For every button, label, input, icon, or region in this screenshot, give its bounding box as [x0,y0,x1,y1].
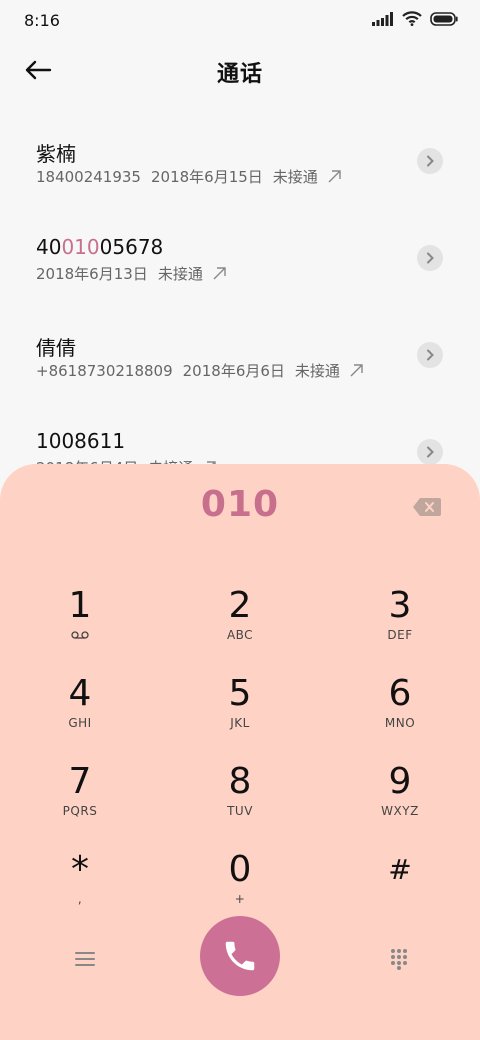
key-digit: 5 [228,673,252,714]
call-name: 1008611 [36,429,125,453]
key-letters: DEF [387,628,413,642]
key-digit: * [71,849,89,890]
status-bar: 8:16 [0,0,480,40]
key-digit: 2 [228,585,252,626]
key-letters: ABC [226,628,254,642]
call-meta: 18400241935 2018年6月15日 未接通 [36,166,341,187]
name-match-highlight: 010 [61,235,100,259]
call-row[interactable]: 紫楠 18400241935 2018年6月15日 未接通 [0,118,480,215]
key-star[interactable]: * , [10,836,150,916]
key-letters: WXYZ [381,804,419,818]
call-row[interactable]: 倩倩 +8618730218809 2018年6月6日 未接通 [0,312,480,409]
arrow-outgoing-icon [350,364,363,377]
call-status: 未接通 [272,168,318,186]
chevron-right-icon [427,155,434,167]
key-letters: , [77,892,83,906]
call-date: 2018年6月15日 [150,168,263,186]
call-name: 倩倩 [36,332,76,361]
chevron-right-icon [427,349,434,361]
key-letters: + [234,892,246,906]
key-5[interactable]: 5 JKL [170,660,310,740]
key-letters: JKL [230,716,250,730]
key-4[interactable]: 4 GHI [10,660,150,740]
status-icons [372,11,458,26]
key-letters: GHI [68,716,92,730]
detail-button[interactable] [417,342,443,368]
key-0[interactable]: 0 + [170,836,310,916]
delete-button[interactable] [412,496,442,518]
name-text: 倩倩 [36,336,76,360]
key-1[interactable]: 1 [10,572,150,652]
arrow-outgoing-icon [213,267,226,280]
call-meta: +8618730218809 2018年6月6日 未接通 [36,360,363,381]
call-meta: 2018年6月13日 未接通 [36,263,226,284]
backspace-icon [413,498,441,516]
battery-icon [430,11,458,26]
key-digit: 9 [388,761,412,802]
name-text: 40 [36,235,62,259]
key-digit: 3 [388,585,412,626]
name-text: 紫楠 [36,142,76,166]
call-name: 紫楠 [36,138,76,167]
chevron-right-icon [427,446,434,458]
dialpad-icon [391,949,407,970]
key-digit: 8 [228,761,252,802]
key-letters: MNO [384,716,416,730]
key-8[interactable]: 8 TUV [170,748,310,828]
key-digit: 1 [68,585,92,626]
menu-button[interactable] [70,944,100,974]
dial-input[interactable]: 010 [0,484,480,525]
call-number: +8618730218809 [36,361,173,380]
call-status: 未接通 [157,265,203,283]
key-letters [10,628,150,642]
detail-button[interactable] [417,148,443,174]
key-digit: 7 [68,761,92,802]
voicemail-icon [71,631,89,639]
phone-icon [225,941,255,971]
key-6[interactable]: 6 MNO [330,660,470,740]
key-hash[interactable]: # [330,836,470,916]
wifi-icon [402,11,422,26]
keypad-toggle-button[interactable] [384,944,414,974]
name-text: 05678 [99,235,164,259]
call-date: 2018年6月6日 [182,362,285,380]
call-status: 未接通 [294,362,340,380]
call-date: 2018年6月13日 [36,265,148,283]
dialer-actions [0,916,480,1006]
arrow-outgoing-icon [328,170,341,183]
menu-icon [75,952,95,966]
header: 通话 [0,44,480,96]
key-9[interactable]: 9 WXYZ [330,748,470,828]
call-row[interactable]: 4001005678 2018年6月13日 未接通 [0,215,480,312]
key-2[interactable]: 2 ABC [170,572,310,652]
key-digit: 6 [388,673,412,714]
call-list: 紫楠 18400241935 2018年6月15日 未接通 4001005678… [0,118,480,506]
chevron-right-icon [427,252,434,264]
call-button[interactable] [200,916,280,996]
key-digit: # [388,853,412,886]
detail-button[interactable] [417,245,443,271]
key-digit: 4 [68,673,92,714]
detail-button[interactable] [417,439,443,465]
key-3[interactable]: 3 DEF [330,572,470,652]
key-letters: TUV [227,804,253,818]
name-text: 1008611 [36,429,126,453]
dialer-panel: 010 1 2 ABC 3 DEF 4 GHI 5 JKL 6 MNO 7 PQ… [0,464,480,1040]
key-7[interactable]: 7 PQRS [10,748,150,828]
key-digit: 0 [228,849,252,890]
call-name: 4001005678 [36,235,163,259]
call-number: 18400241935 [36,167,141,186]
signal-icon [372,11,393,26]
status-time: 8:16 [24,11,60,30]
page-title: 通话 [216,62,263,87]
key-letters: PQRS [62,804,98,818]
